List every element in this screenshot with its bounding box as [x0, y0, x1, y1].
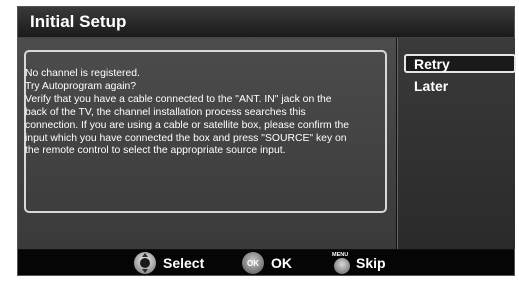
select-hint-label: Select	[163, 255, 205, 271]
dpad-icon	[134, 252, 156, 274]
dialog-title: Initial Setup	[30, 12, 127, 31]
message-line: the remote control to select the appropr…	[25, 145, 286, 157]
retry-option[interactable]: Retry	[404, 54, 516, 73]
skip-hint-label: Skip	[356, 255, 386, 271]
message-line: back of the TV, the channel installation…	[25, 106, 306, 118]
initial-setup-dialog: Initial Setup No channel is registered. …	[17, 6, 516, 276]
message-line: Verify that you have a cable connected t…	[25, 93, 332, 105]
later-option-label: Later	[414, 78, 449, 94]
title-bar: Initial Setup	[18, 7, 514, 38]
options-panel: Retry Later	[397, 38, 516, 249]
later-option[interactable]: Later	[404, 78, 516, 97]
message-line: connection. If you are using a cable or …	[25, 119, 350, 131]
footer-bar: Select OK OK MENU Skip	[18, 250, 514, 275]
ok-icon-text: OK	[247, 259, 259, 268]
ok-hint-label: OK	[271, 255, 292, 271]
menu-button-icon: MENU	[332, 252, 350, 274]
message-text: No channel is registered. Try Autoprogra…	[25, 68, 381, 158]
message-line: No channel is registered.	[25, 68, 140, 79]
retry-option-label: Retry	[414, 56, 450, 72]
message-panel: No channel is registered. Try Autoprogra…	[18, 38, 396, 249]
menu-icon-text: MENU	[332, 252, 348, 258]
message-line: Try Autoprogram again?	[25, 80, 137, 92]
message-line: input which you have connected the box a…	[25, 132, 347, 144]
ok-button-icon: OK	[242, 252, 264, 274]
